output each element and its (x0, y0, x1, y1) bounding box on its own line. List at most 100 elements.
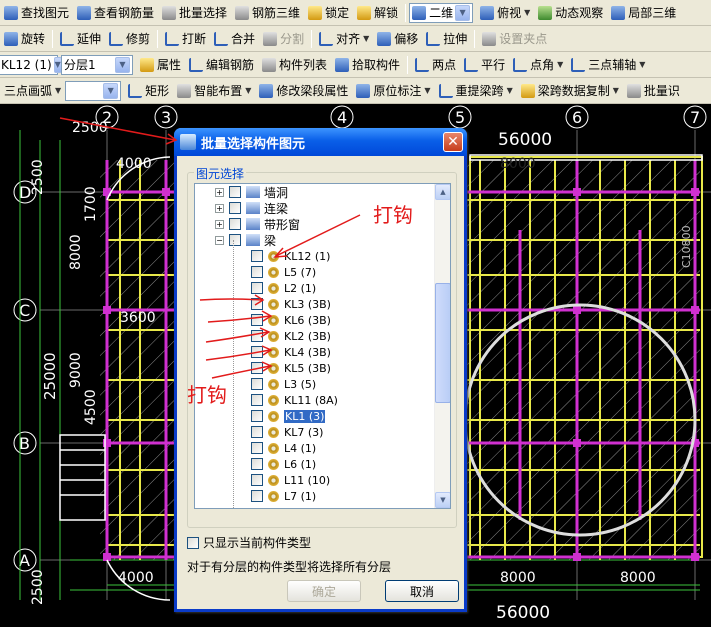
tree-category[interactable]: + 带形窗 (215, 216, 300, 232)
offset-button[interactable]: 偏移 (373, 28, 422, 50)
tree-item[interactable]: L5 (7) (251, 264, 316, 280)
smart-layout-button[interactable]: 智能布置 ▼ (173, 80, 255, 102)
component-list-button[interactable]: 构件列表 (258, 54, 331, 76)
parallel-button[interactable]: 平行 (460, 54, 509, 76)
tree-checkbox[interactable] (251, 330, 263, 342)
arc-value-input[interactable]: ▼ (65, 80, 122, 101)
tree-checkbox[interactable] (251, 378, 263, 390)
tree-item[interactable]: KL1 (3) (251, 408, 326, 424)
align-button[interactable]: 对齐 ▼ (315, 28, 373, 50)
dim-left-8000: 8000 (68, 234, 84, 270)
rotate-button[interactable]: 旋转 (0, 28, 49, 50)
tree-item[interactable]: KL6 (3B) (251, 312, 331, 328)
tree-checkbox[interactable] (229, 202, 241, 214)
tree-item[interactable]: L6 (1) (251, 456, 316, 472)
tree-category[interactable]: + 连梁 (215, 200, 288, 216)
tree-checkbox[interactable] (251, 346, 263, 358)
three-point-arc-button[interactable]: 三点画弧 ▼ (0, 80, 65, 102)
two-points-button[interactable]: 两点 (411, 54, 460, 76)
in-situ-mark-button[interactable]: 原位标注 ▼ (352, 80, 434, 102)
re-extract-span-button[interactable]: 重提梁跨 ▼ (435, 80, 517, 102)
batch-select-button[interactable]: 批量选择 (158, 2, 231, 24)
scroll-down-button[interactable]: ▼ (435, 492, 450, 508)
split-button[interactable]: 分割 (259, 28, 308, 50)
tree-checkbox[interactable] (251, 362, 263, 374)
dynamic-view-button[interactable]: 动态观察 (534, 2, 607, 24)
top-view-button[interactable]: 俯视 ▼ (476, 2, 534, 24)
merge-button[interactable]: 合并 (210, 28, 259, 50)
collapse-icon[interactable]: − (215, 235, 224, 245)
tree-checkbox[interactable] (229, 218, 241, 230)
tree-checkbox[interactable] (251, 442, 263, 454)
tree-item[interactable]: KL7 (3) (251, 424, 323, 440)
properties-button[interactable]: 属性 (136, 54, 185, 76)
break-button[interactable]: 打断 (161, 28, 210, 50)
component-tree[interactable]: + 墙洞 + 连梁 + 带形窗 − 梁 KL12 (1) L5 (7) L2 (1) KL3 (3B)… (194, 183, 451, 509)
tree-item[interactable]: KL2 (3B) (251, 328, 331, 344)
close-button[interactable]: ✕ (443, 132, 463, 152)
tree-item[interactable]: L4 (1) (251, 440, 316, 456)
tree-checkbox[interactable] (251, 394, 263, 406)
expand-icon[interactable]: + (215, 187, 224, 197)
tree-checkbox[interactable] (251, 314, 263, 326)
tree-category[interactable]: + 墙洞 (215, 184, 288, 200)
view-rebar-button[interactable]: 查看钢筋量 (73, 2, 158, 24)
tree-checkbox[interactable] (229, 186, 241, 198)
tree-checkbox[interactable] (251, 458, 263, 470)
only-current-type-checkbox[interactable] (187, 536, 199, 549)
tree-checkbox[interactable] (229, 234, 241, 246)
tree-item[interactable]: KL11 (8A) (251, 392, 338, 408)
tree-item[interactable]: KL4 (3B) (251, 344, 331, 360)
tree-checkbox[interactable] (251, 282, 263, 294)
tree-checkbox[interactable] (251, 250, 263, 262)
find-element-button[interactable]: 查找图元 (0, 2, 73, 24)
rebar-3d-button[interactable]: 钢筋三维 (231, 2, 304, 24)
cancel-button[interactable]: 取消 (385, 580, 459, 602)
extend-button[interactable]: 延伸 (56, 28, 105, 50)
lock-button[interactable]: 锁定 (304, 2, 353, 24)
scroll-up-button[interactable]: ▲ (435, 184, 450, 200)
view-mode-dropdown[interactable]: 二维 ▼ (409, 2, 474, 23)
dialog-title-bar[interactable]: 批量选择构件图元 ✕ (174, 128, 467, 156)
three-point-aux-button[interactable]: 三点辅轴 ▼ (567, 54, 649, 76)
modify-span-button[interactable]: 修改梁段属性 (255, 80, 352, 102)
tree-scrollbar[interactable]: ▲ ▼ (434, 184, 450, 508)
set-clip-button[interactable]: 设置夹点 (478, 28, 551, 50)
only-current-type-option[interactable]: 只显示当前构件类型 (187, 534, 311, 551)
batch-select-icon (162, 5, 177, 20)
in-situ-mark-icon (356, 83, 371, 98)
parallel-icon (464, 57, 479, 72)
tree-item[interactable]: L7 (1) (251, 488, 316, 504)
copy-span-data-button[interactable]: 梁跨数据复制 ▼ (517, 80, 623, 102)
tree-item[interactable]: L2 (1) (251, 280, 316, 296)
component-select[interactable]: KL12 (1) ▼ (0, 54, 62, 75)
tree-checkbox[interactable] (251, 266, 263, 278)
rectangle-button[interactable]: 矩形 (124, 80, 173, 102)
tree-item[interactable]: L11 (10) (251, 472, 330, 488)
trim-button[interactable]: 修剪 (105, 28, 154, 50)
tree-checkbox[interactable] (251, 426, 263, 438)
tree-category[interactable]: − 梁 (215, 232, 276, 248)
expand-icon[interactable]: + (215, 219, 224, 229)
scroll-thumb[interactable] (435, 283, 450, 403)
tree-item[interactable]: KL5 (3B) (251, 360, 331, 376)
edit-rebar-button[interactable]: 编辑钢筋 (185, 54, 258, 76)
dim-left-4500: 4500 (83, 389, 99, 425)
unlock-button[interactable]: 解锁 (353, 2, 402, 24)
tree-checkbox[interactable] (251, 474, 263, 486)
tree-item[interactable]: KL12 (1) (251, 248, 330, 264)
ok-button[interactable]: 确定 (287, 580, 361, 602)
tree-checkbox[interactable] (251, 490, 263, 502)
gear-icon (268, 250, 279, 262)
tree-checkbox[interactable] (251, 410, 263, 422)
tree-item[interactable]: KL3 (3B) (251, 296, 331, 312)
expand-icon[interactable]: + (215, 203, 224, 213)
floor-select[interactable]: 分层1 ▼ (61, 54, 133, 75)
tree-checkbox[interactable] (251, 298, 263, 310)
point-angle-button[interactable]: 点角 ▼ (509, 54, 567, 76)
local-3d-button[interactable]: 局部三维 (607, 2, 680, 24)
pick-component-button[interactable]: 拾取构件 (331, 54, 404, 76)
stretch-button[interactable]: 拉伸 (422, 28, 471, 50)
tree-item[interactable]: L3 (5) (251, 376, 316, 392)
batch-partial-button[interactable]: 批量识 (623, 80, 684, 102)
